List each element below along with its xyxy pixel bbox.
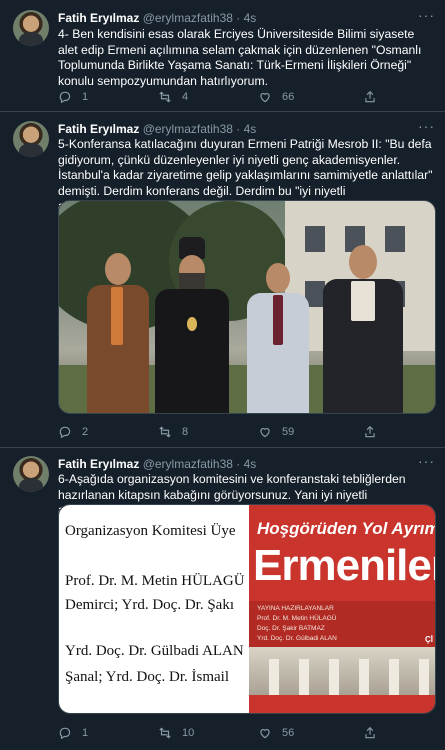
book-publisher: Çİ [425,635,433,644]
timestamp[interactable]: 4s [244,11,257,25]
author-handle[interactable]: @erylmazfatih38 [143,122,233,136]
retweet-button[interactable]: 4 [158,89,188,105]
reply-button[interactable]: 1 [58,725,88,741]
reply-button[interactable]: 1 [58,89,88,105]
retweet-count: 10 [182,727,195,739]
retweet-icon [159,727,171,739]
share-icon [365,425,375,438]
like-count: 66 [282,91,295,103]
retweet-button[interactable]: 10 [158,725,194,741]
tweet-header: Fatih Eryılmaz @erylmazfatih38 · 4s ··· [58,8,435,26]
book-editors: YAYINA HAZIRLAYANLAR Prof. Dr. M. Metin … [249,601,435,647]
tweet-actions: 2 8 59 [58,424,388,440]
share-button[interactable] [363,725,377,741]
like-count: 56 [282,727,295,739]
share-button[interactable] [363,424,377,440]
book-editor-line: Prof. Dr. M. Metin HÜLAGÜ [257,615,337,622]
tweet-1[interactable]: Fatih Eryılmaz @erylmazfatih38 · 4s ··· … [0,0,445,112]
photo-background [59,201,435,413]
tweet-header: Fatih Eryılmaz @erylmazfatih38 · 4s ··· [58,119,435,137]
author-handle[interactable]: @erylmazfatih38 [143,457,233,471]
person-2 [153,237,231,413]
more-icon[interactable]: ··· [418,454,435,468]
like-button[interactable]: 66 [258,89,294,105]
more-icon[interactable]: ··· [418,8,435,22]
person-3 [245,263,311,413]
separator-dot: · [236,457,241,471]
like-count: 59 [282,426,295,438]
like-icon [260,428,270,438]
tweet-3[interactable]: Fatih Eryılmaz @erylmazfatih38 · 4s ··· … [0,448,445,750]
document-line: Şanal; Yrd. Doç. Dr. İsmail [65,669,229,685]
author-name[interactable]: Fatih Eryılmaz [58,122,139,136]
document-line: Yrd. Doç. Dr. Gülbadi ALAN [65,643,244,659]
timestamp[interactable]: 4s [244,457,257,471]
reply-button[interactable]: 2 [58,424,88,440]
tweet-2[interactable]: Fatih Eryılmaz @erylmazfatih38 · 4s ··· … [0,112,445,448]
timestamp[interactable]: 4s [244,122,257,136]
separator-dot: · [236,11,241,25]
document-line: Demirci; Yrd. Doç. Dr. Şakı [65,597,234,613]
author-handle[interactable]: @erylmazfatih38 [143,11,233,25]
reply-count: 1 [82,91,89,103]
retweet-count: 4 [182,91,189,103]
separator-dot: · [236,122,241,136]
book-title-line-1: Hoşgörüden Yol Ayrımına [257,519,435,538]
committee-document: Organizasyon Komitesi Üye Prof. Dr. M. M… [59,505,249,713]
avatar[interactable] [13,10,49,46]
retweet-button[interactable]: 8 [158,424,188,440]
share-icon [365,90,375,103]
reply-icon [59,426,71,439]
like-icon [260,729,270,739]
tweet-photo-collage[interactable]: Organizasyon Komitesi Üye Prof. Dr. M. M… [58,504,436,714]
retweet-icon [159,91,171,103]
book-cover: Hoşgörüden Yol Ayrımına Ermeniler YAYINA… [249,505,436,713]
tweet-photo[interactable] [58,200,436,414]
book-cover-photo [249,647,435,695]
like-button[interactable]: 56 [258,725,294,741]
tweet-actions: 1 10 56 [58,725,388,741]
reply-count: 2 [82,426,89,438]
like-button[interactable]: 59 [258,424,294,440]
book-editor-line: Yrd. Doç. Dr. Gülbadi ALAN [257,635,337,642]
more-icon[interactable]: ··· [418,119,435,133]
like-icon [260,93,270,103]
book-editor-line: YAYINA HAZIRLAYANLAR [257,605,334,612]
tweet-actions: 1 4 66 [58,89,388,105]
document-line: Organizasyon Komitesi Üye [65,523,236,539]
author-name[interactable]: Fatih Eryılmaz [58,457,139,471]
retweet-icon [159,426,171,438]
book-title-line-2: Ermeniler [253,541,436,590]
reply-count: 1 [82,727,89,739]
person-4 [321,245,405,413]
share-button[interactable] [363,89,377,105]
tweet-text: 4- Ben kendisini esas olarak Erciyes Üni… [58,27,422,88]
reply-icon [59,727,71,740]
author-name[interactable]: Fatih Eryılmaz [58,11,139,25]
document-line: Prof. Dr. M. Metin HÜLAGÜ [65,573,245,589]
book-editor-line: Doç. Dr. Şakir BATMAZ [257,625,325,632]
share-icon [365,726,375,739]
avatar[interactable] [13,121,49,157]
avatar[interactable] [13,456,49,492]
retweet-count: 8 [182,426,189,438]
reply-icon [59,91,71,104]
tweet-header: Fatih Eryılmaz @erylmazfatih38 · 4s ··· [58,454,435,472]
person-1 [83,253,153,413]
